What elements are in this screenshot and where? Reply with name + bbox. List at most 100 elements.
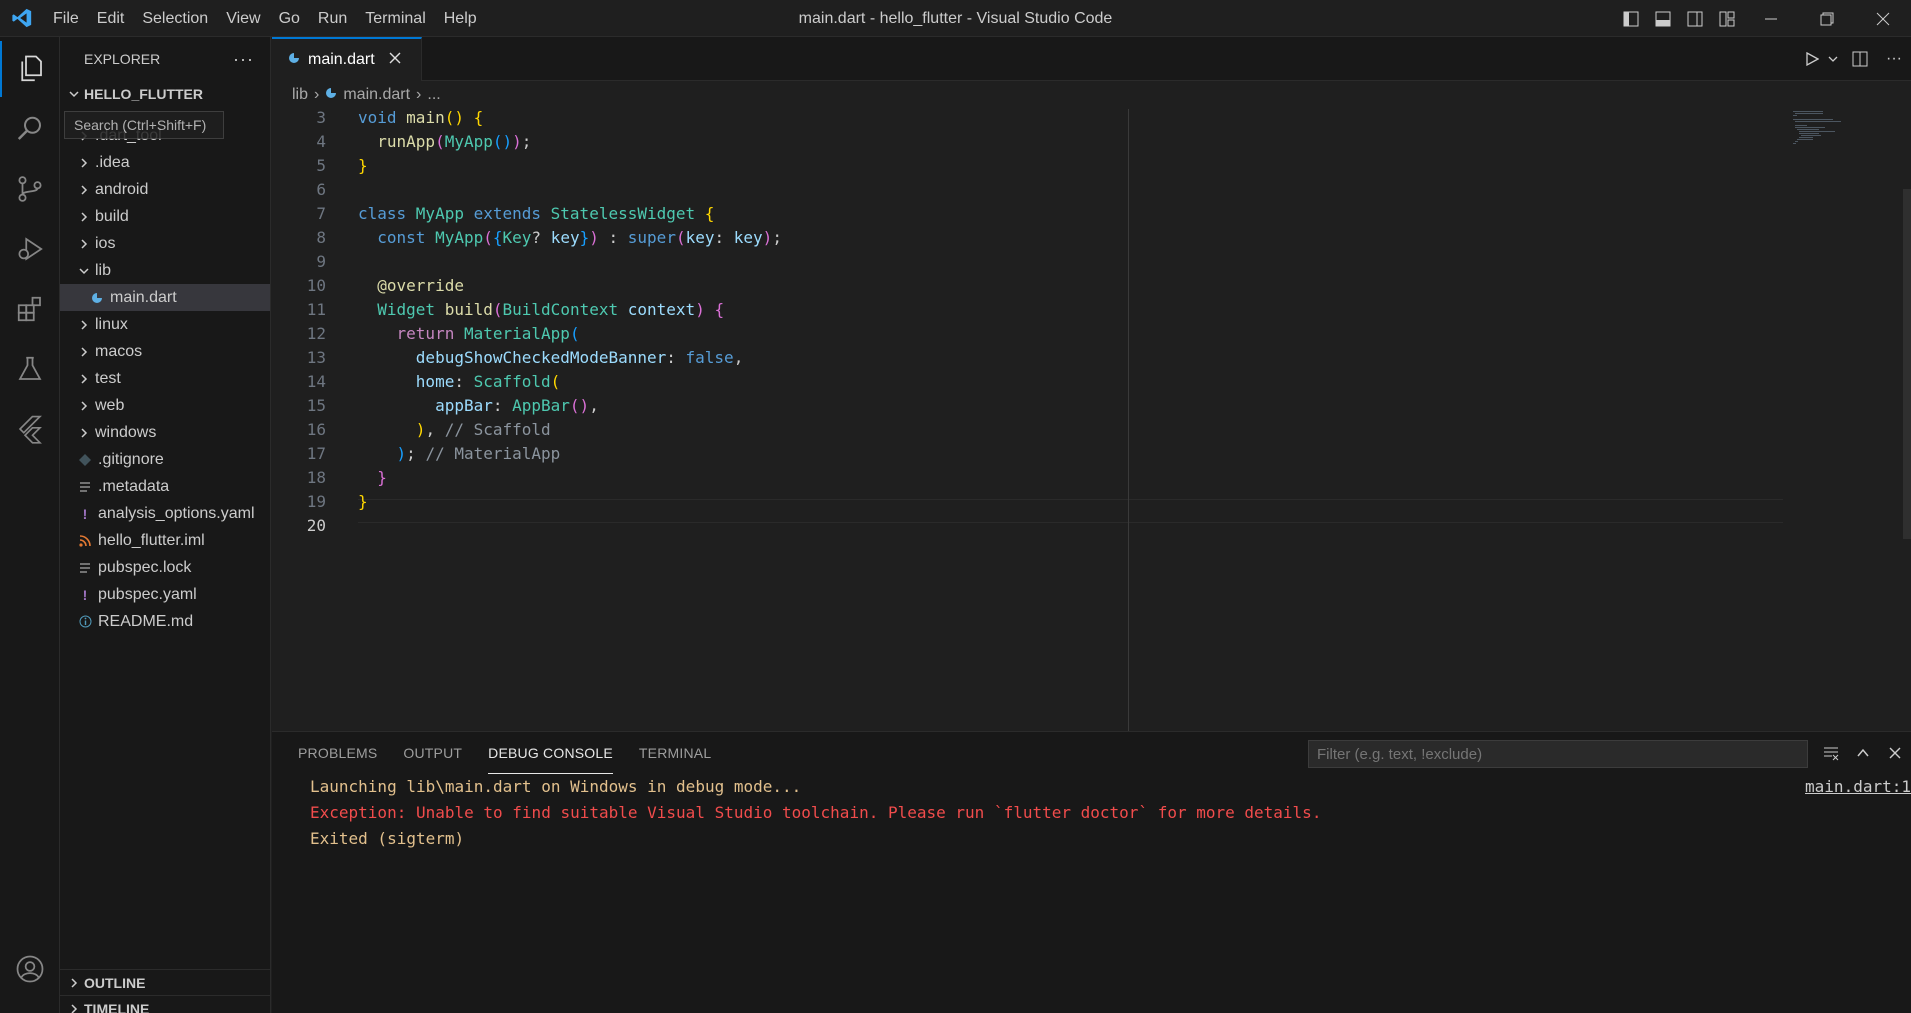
code-token: AppBar (512, 396, 570, 415)
menu-edit[interactable]: Edit (88, 0, 134, 37)
tree-folder[interactable]: .idea (60, 149, 270, 176)
run-debug-icon[interactable] (0, 221, 60, 277)
code-token: MaterialApp (463, 324, 570, 343)
tree-file[interactable]: ! analysis_options.yaml (60, 500, 270, 527)
project-header[interactable]: HELLO_FLUTTER (60, 81, 270, 107)
testing-icon[interactable] (0, 341, 60, 397)
tree-file[interactable]: .gitignore (60, 446, 270, 473)
menu-bar: File Edit Selection View Go Run Terminal Help (44, 0, 486, 37)
tree-folder[interactable]: test (60, 365, 270, 392)
more-actions-icon[interactable]: ··· (233, 49, 254, 70)
search-icon[interactable] (0, 101, 60, 157)
dart-file-icon (325, 86, 337, 104)
code-token: ) (589, 228, 599, 247)
line-number: 20 (306, 516, 326, 535)
menu-go[interactable]: Go (270, 0, 309, 37)
split-editor-icon[interactable] (1843, 37, 1877, 81)
tree-folder[interactable]: android (60, 176, 270, 203)
breadcrumb-symbol[interactable]: ... (427, 86, 440, 104)
tree-label: main.dart (110, 288, 177, 306)
code-token: BuildContext (502, 300, 628, 319)
clear-console-icon[interactable] (1815, 732, 1847, 774)
breadcrumb: lib › main.dart › ... (272, 81, 1911, 109)
tree-file[interactable]: ! pubspec.yaml (60, 581, 270, 608)
tree-file[interactable]: main.dart (60, 284, 270, 311)
line-number: 13 (306, 348, 326, 367)
tree-folder[interactable]: build (60, 203, 270, 230)
tree-file[interactable]: README.md (60, 608, 270, 635)
minimize-icon[interactable] (1743, 0, 1799, 37)
line-number: 9 (316, 252, 326, 271)
close-panel-icon[interactable] (1879, 732, 1911, 774)
tree-file[interactable]: hello_flutter.iml (60, 527, 270, 554)
code-editor[interactable]: 3 void main() {4 runApp(MyApp()); 5} 6 7 clas… (272, 109, 1911, 731)
timeline-section[interactable]: TIMELINE (60, 995, 270, 1013)
manage-gear-icon[interactable] (0, 997, 60, 1013)
source-reference-link[interactable]: main.dart:1 (1805, 774, 1911, 800)
menu-selection[interactable]: Selection (133, 0, 217, 37)
tab-output[interactable]: OUTPUT (403, 732, 462, 774)
tree-label: lib (95, 261, 112, 279)
code-token: home (358, 372, 455, 391)
tree-label: .gitignore (98, 450, 164, 468)
toggle-primary-sidebar-icon[interactable] (1615, 0, 1647, 37)
editor-scrollbar[interactable] (1903, 189, 1911, 539)
close-window-icon[interactable] (1855, 0, 1911, 37)
restore-icon[interactable] (1799, 0, 1855, 37)
editor-ruler (1128, 109, 1129, 731)
tree-file[interactable]: pubspec.lock (60, 554, 270, 581)
run-file-icon[interactable] (1801, 37, 1823, 81)
tree-folder[interactable]: ios (60, 230, 270, 257)
filter-input[interactable] (1308, 740, 1808, 768)
code-token: // MaterialApp (425, 444, 561, 463)
explorer-sidebar: EXPLORER··· HELLO_FLUTTER .dart_tool.ide… (60, 37, 271, 1013)
line-number: 5 (316, 156, 326, 175)
editor-more-actions-icon[interactable]: ··· (1877, 37, 1911, 81)
activity-bar (0, 37, 60, 1013)
tree-file[interactable]: .metadata (60, 473, 270, 500)
menu-file[interactable]: File (44, 0, 88, 37)
tab-terminal[interactable]: TERMINAL (639, 732, 711, 774)
flutter-icon[interactable] (0, 401, 60, 457)
menu-run[interactable]: Run (309, 0, 356, 37)
extensions-icon[interactable] (0, 281, 60, 337)
tab-problems[interactable]: PROBLEMS (298, 732, 377, 774)
code-token: : (666, 348, 686, 367)
run-dropdown-chevron-icon[interactable] (1823, 37, 1843, 81)
breadcrumb-file[interactable]: main.dart (343, 86, 410, 104)
tree-label: .idea (95, 153, 130, 171)
breadcrumb-lib[interactable]: lib (292, 86, 308, 104)
maximize-panel-chevron-up-icon[interactable] (1847, 732, 1879, 774)
tree-folder[interactable]: lib (60, 257, 270, 284)
tree-folder[interactable]: linux (60, 311, 270, 338)
vscode-logo-icon (0, 0, 44, 37)
code-token: const (358, 228, 436, 247)
close-tab-icon[interactable] (389, 51, 401, 69)
outline-section[interactable]: OUTLINE (60, 969, 270, 995)
chevron-right-icon (66, 1003, 82, 1013)
menu-view[interactable]: View (217, 0, 269, 37)
debug-console-output[interactable]: Launching lib\main.dart on Windows in de… (272, 774, 1911, 1013)
code-token: void (358, 109, 407, 127)
line-number: 3 (316, 109, 326, 127)
customize-layout-icon[interactable] (1711, 0, 1743, 37)
chevron-right-icon (66, 977, 82, 989)
menu-terminal[interactable]: Terminal (356, 0, 434, 37)
tree-folder[interactable]: windows (60, 419, 270, 446)
source-control-icon[interactable] (0, 161, 60, 217)
current-line-highlight (358, 499, 1783, 523)
code-token: , (425, 420, 445, 439)
toggle-panel-icon[interactable] (1647, 0, 1679, 37)
tab-debug-console[interactable]: DEBUG CONSOLE (488, 732, 613, 774)
explorer-icon[interactable] (0, 41, 60, 97)
code-token: : (598, 228, 628, 247)
menu-help[interactable]: Help (435, 0, 486, 37)
tree-folder[interactable]: macos (60, 338, 270, 365)
tab-main-dart[interactable]: main.dart (272, 37, 422, 81)
minimap[interactable] (1789, 109, 1899, 259)
toggle-secondary-sidebar-icon[interactable] (1679, 0, 1711, 37)
accounts-icon[interactable] (0, 941, 60, 997)
code-line: runApp(MyApp()); (358, 130, 531, 154)
tree-folder[interactable]: web (60, 392, 270, 419)
code-token: debugShowCheckedModeBanner (358, 348, 667, 367)
